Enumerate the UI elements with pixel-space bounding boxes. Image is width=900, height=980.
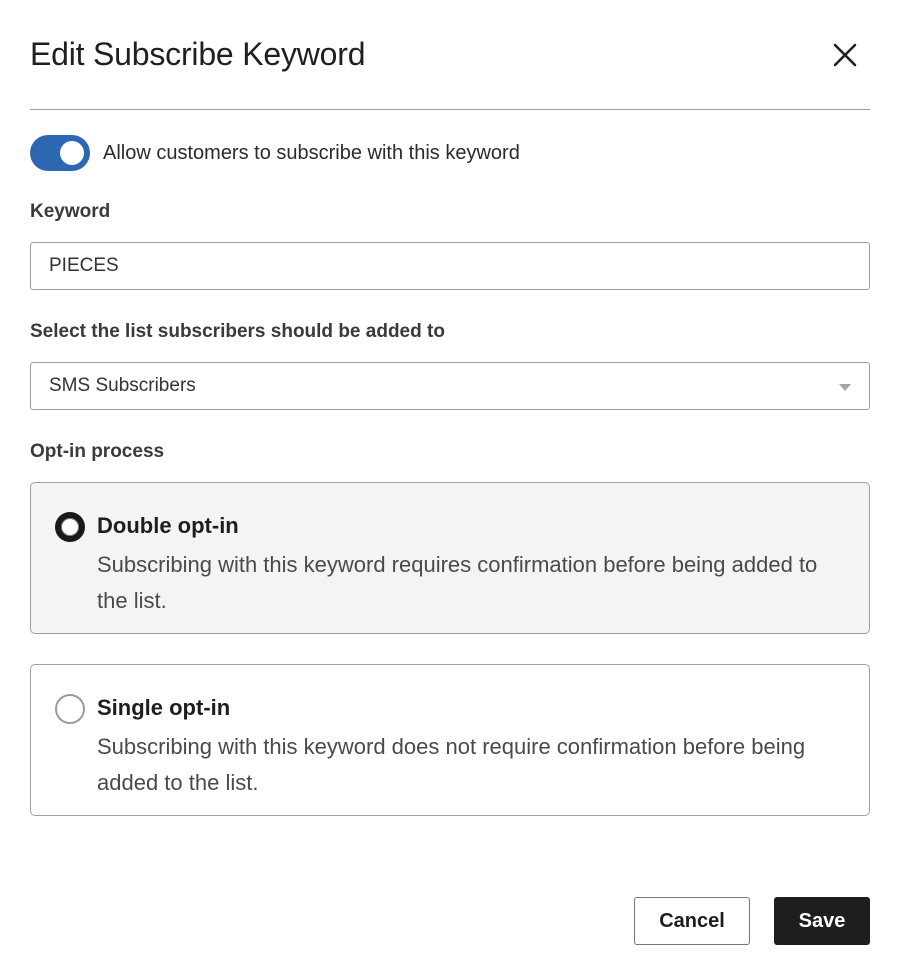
close-button[interactable]: [830, 40, 860, 70]
dialog-header: Edit Subscribe Keyword: [30, 0, 870, 110]
keyword-label: Keyword: [30, 201, 111, 222]
list-select[interactable]: SMS Subscribers: [30, 362, 870, 410]
option-double-optin[interactable]: Double opt-in Subscribing with this keyw…: [30, 482, 870, 634]
option-single-optin[interactable]: Single opt-in Subscribing with this keyw…: [30, 664, 870, 816]
list-select-label: Select the list subscribers should be ad…: [30, 321, 445, 342]
toggle-label: Allow customers to subscribe with this k…: [103, 141, 520, 164]
option-description: Subscribing with this keyword does not r…: [97, 734, 806, 795]
close-icon: [833, 43, 857, 67]
radio-single-optin[interactable]: [55, 694, 85, 724]
option-title: Single opt-in: [97, 695, 231, 720]
cancel-button[interactable]: Cancel: [634, 897, 750, 945]
optin-label: Opt-in process: [30, 441, 165, 462]
save-button[interactable]: Save: [774, 897, 870, 945]
list-select-value: SMS Subscribers: [49, 375, 196, 396]
chevron-down-icon: [839, 384, 851, 391]
option-description: Subscribing with this keyword requires c…: [97, 552, 818, 613]
subscribe-toggle-row: Allow customers to subscribe with this k…: [30, 135, 520, 171]
keyword-input[interactable]: PIECES: [30, 242, 870, 290]
allow-subscribe-toggle[interactable]: [30, 135, 90, 171]
toggle-knob: [60, 141, 84, 165]
dialog-title: Edit Subscribe Keyword: [30, 36, 366, 72]
radio-double-optin[interactable]: [55, 512, 85, 542]
option-title: Double opt-in: [97, 513, 239, 538]
keyword-value: PIECES: [49, 255, 119, 276]
